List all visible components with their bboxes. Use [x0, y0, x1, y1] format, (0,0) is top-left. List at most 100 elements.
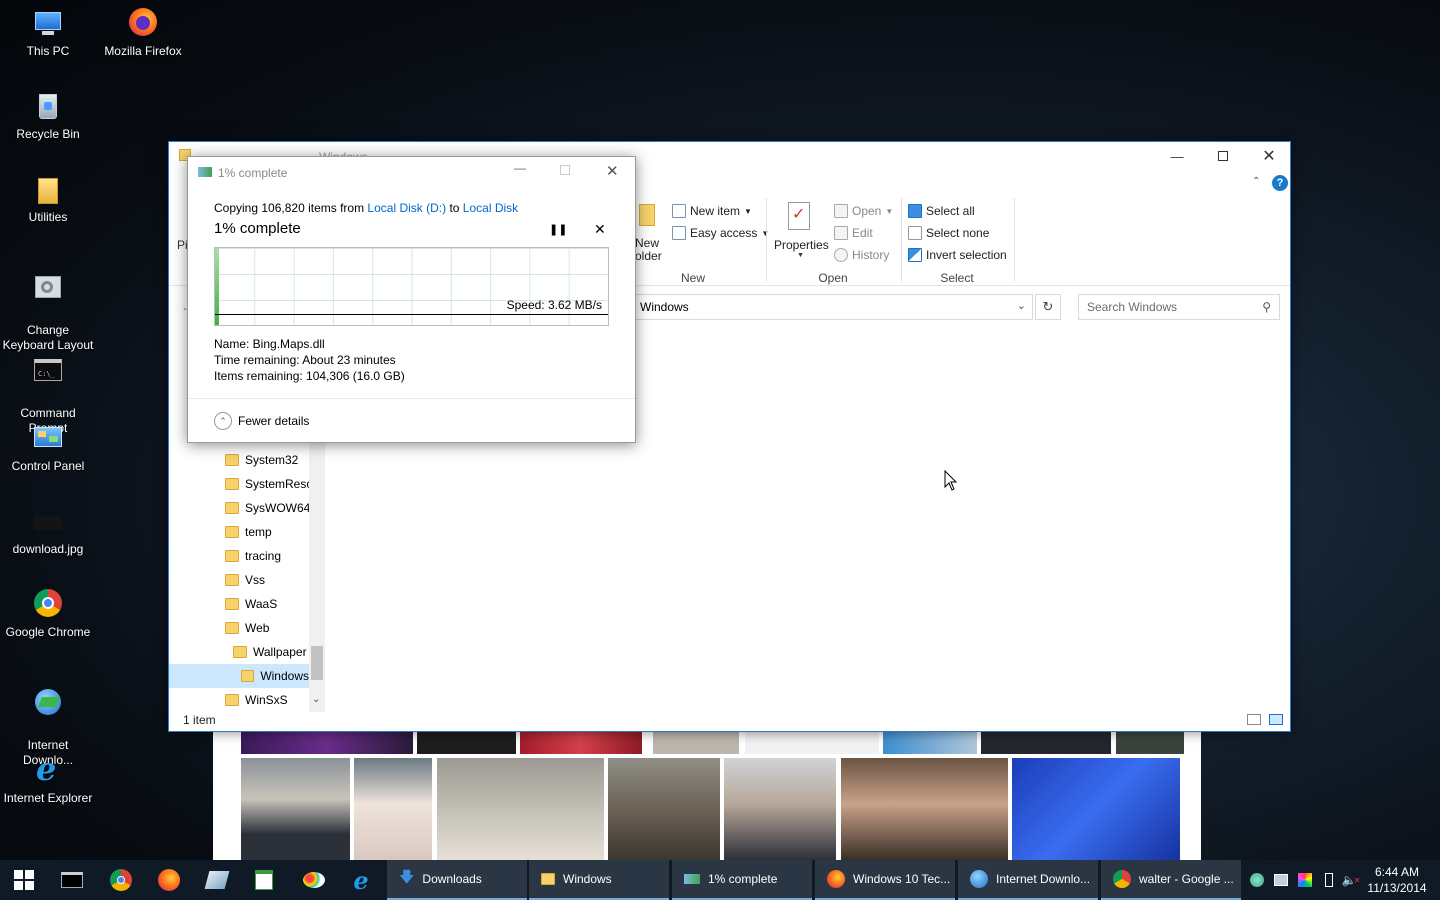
taskbar-task-copy-progress[interactable]: 1% complete	[672, 860, 812, 900]
edit-button[interactable]: Edit	[834, 226, 873, 240]
tray-internet-download-icon[interactable]	[1246, 860, 1268, 900]
volume-muted-icon[interactable]: 🔈 ✕	[1340, 860, 1362, 900]
tree-scrollbar[interactable]: ⌄	[309, 432, 325, 712]
image-thumbnail[interactable]	[437, 758, 604, 860]
help-icon[interactable]: ?	[1272, 175, 1288, 191]
source-link[interactable]: Local Disk (D:)	[367, 201, 446, 215]
tray-color-icon[interactable]	[1294, 860, 1316, 900]
close-button[interactable]: ✕	[1246, 142, 1292, 170]
address-bar[interactable]: Windows ⌄	[635, 294, 1033, 320]
desktop-icon-command-prompt[interactable]: C:\_ Command Prompt	[0, 340, 96, 436]
image-thumbnail[interactable]	[520, 730, 642, 754]
select-all-button[interactable]: Select all	[908, 204, 975, 218]
navigation-tree[interactable]: System32 SystemReso SysWOW64 temp tracin…	[169, 432, 325, 712]
minimize-button[interactable]: —	[514, 161, 526, 175]
desktop-icon-keyboard-layout[interactable]: Change Keyboard Layout	[0, 257, 96, 353]
desktop-icon-control-panel[interactable]: Control Panel	[0, 423, 96, 474]
image-thumbnail[interactable]	[241, 730, 413, 754]
collapse-ribbon-icon[interactable]: ⌃	[1252, 176, 1260, 187]
select-none-button[interactable]: Select none	[908, 226, 989, 240]
maximize-button[interactable]	[1200, 142, 1246, 170]
image-thumbnail[interactable]	[841, 758, 1008, 860]
pause-button[interactable]: ❚❚	[549, 223, 567, 236]
battery-icon[interactable]	[1318, 860, 1340, 900]
new-item-button[interactable]: New item ▼	[672, 204, 752, 218]
destination-link[interactable]: Local Disk	[463, 201, 518, 215]
search-input[interactable]: Search Windows ⚲	[1078, 294, 1280, 320]
maximize-button[interactable]	[560, 165, 570, 175]
easy-access-button[interactable]: Easy access ▼	[672, 226, 769, 240]
tray-network-settings-icon[interactable]	[1270, 860, 1292, 900]
tree-item[interactable]: SysWOW64	[225, 496, 310, 520]
properties-button[interactable]: Properties	[774, 238, 829, 252]
large-icons-view-icon[interactable]	[1269, 714, 1283, 725]
background-browser-window[interactable]	[213, 730, 1201, 860]
image-thumbnail[interactable]	[608, 758, 720, 860]
tree-item[interactable]: Web	[225, 616, 269, 640]
image-thumbnail[interactable]	[724, 758, 836, 860]
image-thumbnail[interactable]	[1012, 758, 1180, 860]
taskbar-task-downloads[interactable]: 🡇 Downloads	[387, 860, 527, 900]
history-button[interactable]: History	[834, 248, 889, 262]
search-placeholder: Search Windows	[1087, 300, 1178, 314]
refresh-button[interactable]: ↻	[1035, 294, 1061, 320]
image-thumbnail[interactable]	[981, 730, 1111, 754]
start-button[interactable]	[0, 860, 48, 900]
tree-item[interactable]: temp	[225, 520, 272, 544]
copy-progress-dialog[interactable]: 1% complete — ✕ Copying 106,820 items fr…	[187, 156, 636, 443]
chevron-down-icon[interactable]: ⌄	[1017, 299, 1026, 312]
desktop-icon-recycle-bin[interactable]: Recycle Bin	[0, 91, 96, 142]
tree-item[interactable]: tracing	[225, 544, 281, 568]
image-thumbnail[interactable]	[883, 730, 977, 754]
open-button[interactable]: Open ▼	[834, 204, 893, 218]
chevron-down-icon[interactable]: ⌄	[312, 694, 320, 705]
taskbar-app-feather[interactable]	[193, 860, 241, 900]
download-arrow-icon: 🡇	[399, 868, 415, 886]
taskbar-task-internet-download[interactable]: Internet Downlo...	[958, 860, 1098, 900]
folder-icon	[225, 478, 239, 490]
firefox-icon	[827, 870, 845, 888]
image-thumbnail[interactable]	[1116, 730, 1184, 754]
taskbar-internet-explorer[interactable]: e	[337, 860, 385, 900]
tree-item[interactable]: Vss	[225, 568, 265, 592]
taskbar-clock[interactable]: 6:44 AM 11/13/2014	[1360, 864, 1434, 896]
invert-selection-button[interactable]: Invert selection	[908, 248, 1007, 262]
tree-item[interactable]: WaaS	[225, 592, 277, 616]
image-thumbnail[interactable]	[417, 730, 516, 754]
tree-item[interactable]: WinSxS	[225, 688, 288, 712]
new-folder-button[interactable]: New older	[635, 237, 662, 263]
taskbar-firefox[interactable]	[145, 860, 193, 900]
taskbar-command-prompt[interactable]	[48, 860, 96, 900]
desktop-icon-utilities[interactable]: Utilities	[0, 174, 96, 225]
image-thumbnail[interactable]	[745, 730, 879, 754]
desktop-icon-chrome[interactable]: Google Chrome	[0, 589, 96, 640]
desktop-icon-internet-explorer[interactable]: e Internet Explorer	[0, 753, 96, 806]
taskbar-chrome[interactable]	[97, 860, 145, 900]
tree-item[interactable]: System32	[225, 448, 298, 472]
desktop-icon-this-pc[interactable]: This PC	[0, 8, 96, 59]
minimize-button[interactable]: —	[1154, 142, 1200, 170]
fewer-details-button[interactable]: ⌃ Fewer details	[214, 412, 309, 430]
easy-access-icon	[672, 226, 686, 240]
select-all-icon	[908, 204, 922, 218]
image-thumbnail[interactable]	[241, 758, 350, 860]
taskbar-task-firefox[interactable]: Windows 10 Tec...	[815, 860, 955, 900]
desktop-icon-download-jpg[interactable]: download.jpg	[0, 506, 96, 557]
tree-item-label: Windows	[260, 669, 309, 683]
tree-item-selected[interactable]: Windows	[169, 664, 309, 688]
tree-item[interactable]: SystemReso	[225, 472, 313, 496]
scrollbar-thumb[interactable]	[311, 646, 323, 680]
desktop-icon-firefox[interactable]: Mozilla Firefox	[95, 8, 191, 59]
taskbar-notepad[interactable]	[240, 860, 288, 900]
dialog-titlebar[interactable]: 1% complete — ✕	[188, 157, 635, 187]
cancel-button[interactable]: ✕	[594, 221, 606, 238]
details-view-icon[interactable]	[1247, 714, 1261, 725]
image-thumbnail[interactable]	[653, 730, 739, 754]
close-button[interactable]: ✕	[606, 162, 619, 180]
taskbar-paint[interactable]	[290, 860, 338, 900]
image-thumbnail[interactable]	[354, 758, 432, 860]
taskbar: e 🡇 Downloads Windows 1% complete Window…	[0, 860, 1440, 900]
taskbar-task-windows-explorer[interactable]: Windows	[529, 860, 669, 900]
taskbar-task-chrome[interactable]: walter - Google ...	[1101, 860, 1241, 900]
tree-item[interactable]: Wallpaper	[233, 640, 307, 664]
